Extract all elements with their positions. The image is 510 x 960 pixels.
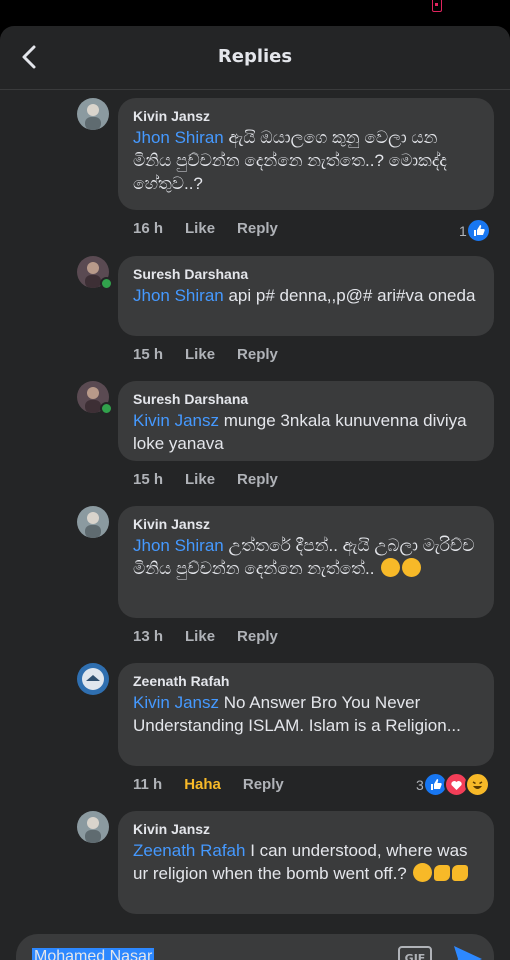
mention-link[interactable]: Jhon Shiran xyxy=(133,128,224,147)
comment-actions: 11 h Haha Reply xyxy=(133,776,306,793)
comment-time: 13 h xyxy=(133,628,164,645)
reaction-summary[interactable]: 1 xyxy=(459,218,491,243)
status-bar xyxy=(0,0,510,26)
mention-link[interactable]: Jhon Shiran xyxy=(133,536,224,555)
replies-screen: Replies Kivin Jansz Jhon Shiran ඇයි ඔයාල… xyxy=(0,26,510,960)
mention-link[interactable]: Jhon Shiran xyxy=(133,286,224,305)
comment-actions: 16 h Like Reply xyxy=(133,220,300,237)
comment-time: 15 h xyxy=(133,346,164,363)
comment-author[interactable]: Suresh Darshana xyxy=(133,389,480,409)
comment-time: 15 h xyxy=(133,471,164,488)
comment-author[interactable]: Kivin Jansz xyxy=(133,514,480,534)
comment-actions: 13 h Like Reply xyxy=(133,628,300,645)
comment-text: api p# denna,,p@# ari#va oneda xyxy=(223,286,476,305)
avatar[interactable] xyxy=(77,811,109,843)
comment-actions: 15 h Like Reply xyxy=(133,346,300,363)
like-button[interactable]: Like xyxy=(185,471,215,488)
comment-author[interactable]: Kivin Jansz xyxy=(133,106,480,126)
comment-time: 16 h xyxy=(133,220,164,237)
haha-reaction-button[interactable]: Haha xyxy=(184,776,221,793)
like-button[interactable]: Like xyxy=(185,220,215,237)
reply-button[interactable]: Reply xyxy=(243,776,284,793)
mention-link[interactable]: Zeenath Rafah xyxy=(133,841,245,860)
comment-time: 11 h xyxy=(133,776,163,793)
reaction-summary[interactable]: 3 xyxy=(416,772,490,797)
avatar[interactable] xyxy=(77,506,109,538)
comment-bubble[interactable]: Suresh Darshana Kivin Jansz munge 3nkala… xyxy=(118,381,494,461)
header: Replies xyxy=(0,26,510,90)
gif-button[interactable]: GIF xyxy=(398,946,432,960)
reply-button[interactable]: Reply xyxy=(237,346,278,363)
reply-button[interactable]: Reply xyxy=(237,628,278,645)
comment-actions: 15 h Like Reply xyxy=(133,471,300,488)
comment-author[interactable]: Kivin Jansz xyxy=(133,819,480,839)
comment-bubble[interactable]: Kivin Jansz Jhon Shiran ඇයි ඔයාලගෙ කුනු … xyxy=(118,98,494,210)
avatar[interactable] xyxy=(77,663,109,695)
pointing-hand-emoji-icon xyxy=(434,865,451,881)
laughing-emoji-icon xyxy=(402,558,422,577)
send-icon[interactable] xyxy=(452,944,484,960)
ok-hand-emoji-icon xyxy=(452,865,469,881)
page-title: Replies xyxy=(217,46,293,67)
like-button[interactable]: Like xyxy=(185,346,215,363)
reply-button[interactable]: Reply xyxy=(237,220,278,237)
like-button[interactable]: Like xyxy=(185,628,215,645)
battery-saver-icon xyxy=(432,0,442,12)
online-status-icon xyxy=(100,402,113,415)
comment-bubble[interactable]: Zeenath Rafah Kivin Jansz No Answer Bro … xyxy=(118,663,494,766)
laughing-emoji-icon xyxy=(413,863,433,882)
like-reaction-icon xyxy=(465,218,491,243)
comment-author[interactable]: Zeenath Rafah xyxy=(133,671,480,691)
comment-author[interactable]: Suresh Darshana xyxy=(133,264,480,284)
composer-input[interactable]: Mohamed Nasar xyxy=(32,948,155,960)
comment-composer[interactable]: Mohamed Nasar GIF xyxy=(16,934,494,960)
mention-link[interactable]: Kivin Jansz xyxy=(133,693,219,712)
comment-bubble[interactable]: Kivin Jansz Jhon Shiran උත්තරේ දීපන්.. ඇ… xyxy=(118,506,494,618)
online-status-icon xyxy=(100,277,113,290)
haha-reaction-icon xyxy=(464,772,490,797)
comment-bubble[interactable]: Kivin Jansz Zeenath Rafah I can understo… xyxy=(118,811,494,914)
mention-link[interactable]: Kivin Jansz xyxy=(133,411,219,430)
reply-button[interactable]: Reply xyxy=(237,471,278,488)
avatar[interactable] xyxy=(77,98,109,130)
rolling-eyes-emoji-icon xyxy=(381,558,401,577)
comment-bubble[interactable]: Suresh Darshana Jhon Shiran api p# denna… xyxy=(118,256,494,336)
